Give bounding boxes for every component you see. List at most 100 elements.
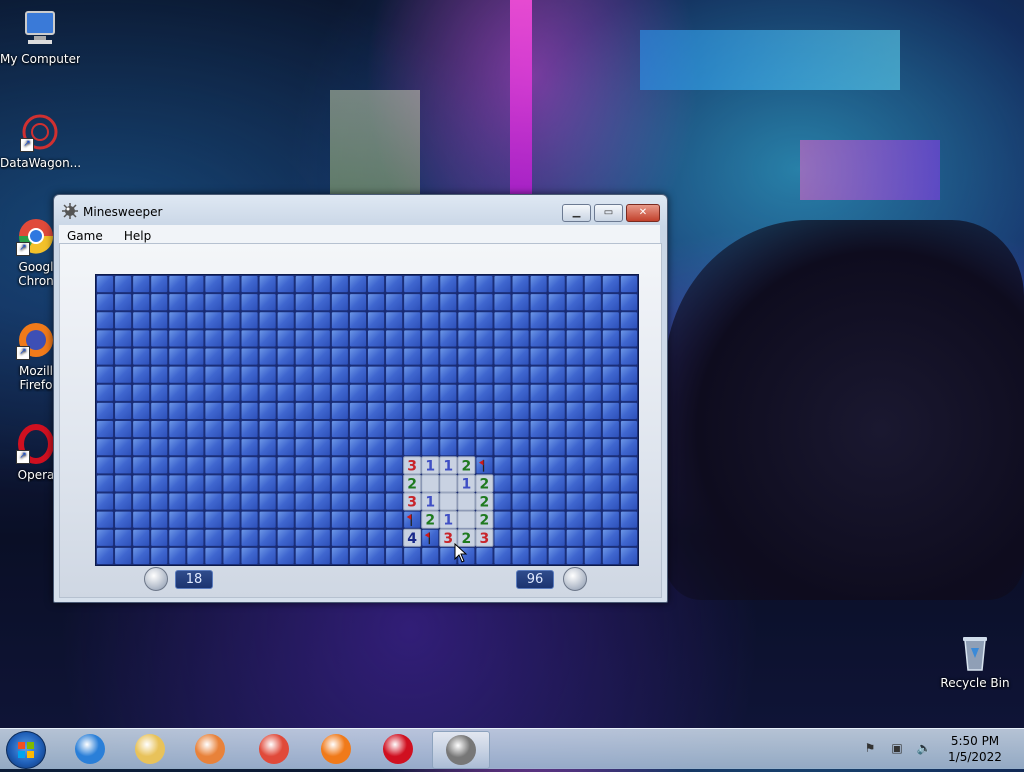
covered-cell[interactable] — [475, 401, 494, 420]
covered-cell[interactable] — [96, 492, 115, 511]
covered-cell[interactable] — [150, 510, 169, 529]
covered-cell[interactable] — [312, 420, 331, 439]
covered-cell[interactable] — [276, 329, 295, 348]
covered-cell[interactable] — [312, 401, 331, 420]
maximize-button[interactable]: ▭ — [594, 204, 623, 222]
covered-cell[interactable] — [367, 420, 386, 439]
covered-cell[interactable] — [348, 293, 367, 312]
covered-cell[interactable] — [385, 365, 404, 384]
covered-cell[interactable] — [385, 420, 404, 439]
covered-cell[interactable] — [565, 347, 584, 366]
covered-cell[interactable] — [294, 275, 313, 294]
covered-cell[interactable] — [493, 275, 512, 294]
covered-cell[interactable] — [240, 365, 259, 384]
covered-cell[interactable] — [294, 438, 313, 457]
covered-cell[interactable] — [403, 401, 422, 420]
covered-cell[interactable] — [565, 365, 584, 384]
covered-cell[interactable] — [348, 546, 367, 565]
covered-cell[interactable] — [421, 347, 440, 366]
covered-cell[interactable] — [348, 365, 367, 384]
covered-cell[interactable] — [330, 311, 349, 330]
covered-cell[interactable] — [601, 456, 620, 475]
covered-cell[interactable] — [601, 528, 620, 547]
covered-cell[interactable] — [565, 311, 584, 330]
covered-cell[interactable] — [96, 365, 115, 384]
covered-cell[interactable] — [330, 474, 349, 493]
covered-cell[interactable] — [565, 401, 584, 420]
covered-cell[interactable] — [150, 347, 169, 366]
covered-cell[interactable] — [186, 383, 205, 402]
covered-cell[interactable] — [493, 383, 512, 402]
covered-cell[interactable] — [367, 275, 386, 294]
covered-cell[interactable] — [348, 311, 367, 330]
covered-cell[interactable] — [312, 528, 331, 547]
covered-cell[interactable] — [493, 474, 512, 493]
covered-cell[interactable] — [276, 438, 295, 457]
covered-cell[interactable] — [330, 510, 349, 529]
covered-cell[interactable] — [385, 329, 404, 348]
covered-cell[interactable] — [330, 347, 349, 366]
covered-cell[interactable] — [403, 510, 422, 529]
covered-cell[interactable] — [114, 365, 133, 384]
covered-cell[interactable] — [276, 383, 295, 402]
covered-cell[interactable] — [186, 510, 205, 529]
covered-cell[interactable] — [601, 383, 620, 402]
covered-cell[interactable] — [619, 347, 638, 366]
covered-cell[interactable] — [222, 293, 241, 312]
covered-cell[interactable] — [150, 546, 169, 565]
covered-cell[interactable] — [403, 275, 422, 294]
covered-cell[interactable] — [204, 474, 223, 493]
covered-cell[interactable] — [330, 293, 349, 312]
covered-cell[interactable] — [493, 456, 512, 475]
covered-cell[interactable] — [619, 474, 638, 493]
covered-cell[interactable] — [312, 546, 331, 565]
covered-cell[interactable] — [439, 329, 458, 348]
covered-cell[interactable] — [294, 528, 313, 547]
covered-cell[interactable] — [132, 474, 151, 493]
covered-cell[interactable] — [547, 365, 566, 384]
covered-cell[interactable] — [258, 438, 277, 457]
covered-cell[interactable] — [403, 365, 422, 384]
covered-cell[interactable] — [96, 474, 115, 493]
covered-cell[interactable] — [168, 456, 187, 475]
desktop-icon-datawagon[interactable]: ↗ DataWagon... — [0, 112, 80, 170]
covered-cell[interactable] — [457, 383, 476, 402]
covered-cell[interactable] — [583, 347, 602, 366]
covered-cell[interactable] — [114, 329, 133, 348]
minefield[interactable]: 31122123122124323 — [95, 274, 639, 566]
covered-cell[interactable] — [96, 275, 115, 294]
covered-cell[interactable] — [294, 311, 313, 330]
covered-cell[interactable] — [114, 474, 133, 493]
covered-cell[interactable] — [421, 293, 440, 312]
covered-cell[interactable] — [385, 275, 404, 294]
covered-cell[interactable] — [493, 401, 512, 420]
covered-cell[interactable] — [258, 474, 277, 493]
covered-cell[interactable] — [294, 474, 313, 493]
covered-cell[interactable] — [204, 456, 223, 475]
covered-cell[interactable] — [601, 438, 620, 457]
covered-cell[interactable] — [601, 474, 620, 493]
covered-cell[interactable] — [96, 420, 115, 439]
covered-cell[interactable] — [583, 329, 602, 348]
covered-cell[interactable] — [439, 383, 458, 402]
covered-cell[interactable] — [421, 311, 440, 330]
covered-cell[interactable] — [457, 420, 476, 439]
covered-cell[interactable] — [511, 347, 530, 366]
covered-cell[interactable] — [132, 438, 151, 457]
covered-cell[interactable] — [240, 401, 259, 420]
covered-cell[interactable] — [222, 329, 241, 348]
covered-cell[interactable] — [493, 311, 512, 330]
covered-cell[interactable] — [348, 420, 367, 439]
covered-cell[interactable] — [276, 456, 295, 475]
covered-cell[interactable] — [439, 347, 458, 366]
covered-cell[interactable] — [601, 347, 620, 366]
covered-cell[interactable] — [204, 546, 223, 565]
covered-cell[interactable] — [294, 546, 313, 565]
covered-cell[interactable] — [601, 492, 620, 511]
covered-cell[interactable] — [439, 438, 458, 457]
covered-cell[interactable] — [240, 546, 259, 565]
covered-cell[interactable] — [619, 329, 638, 348]
covered-cell[interactable] — [312, 510, 331, 529]
covered-cell[interactable] — [583, 528, 602, 547]
covered-cell[interactable] — [619, 293, 638, 312]
